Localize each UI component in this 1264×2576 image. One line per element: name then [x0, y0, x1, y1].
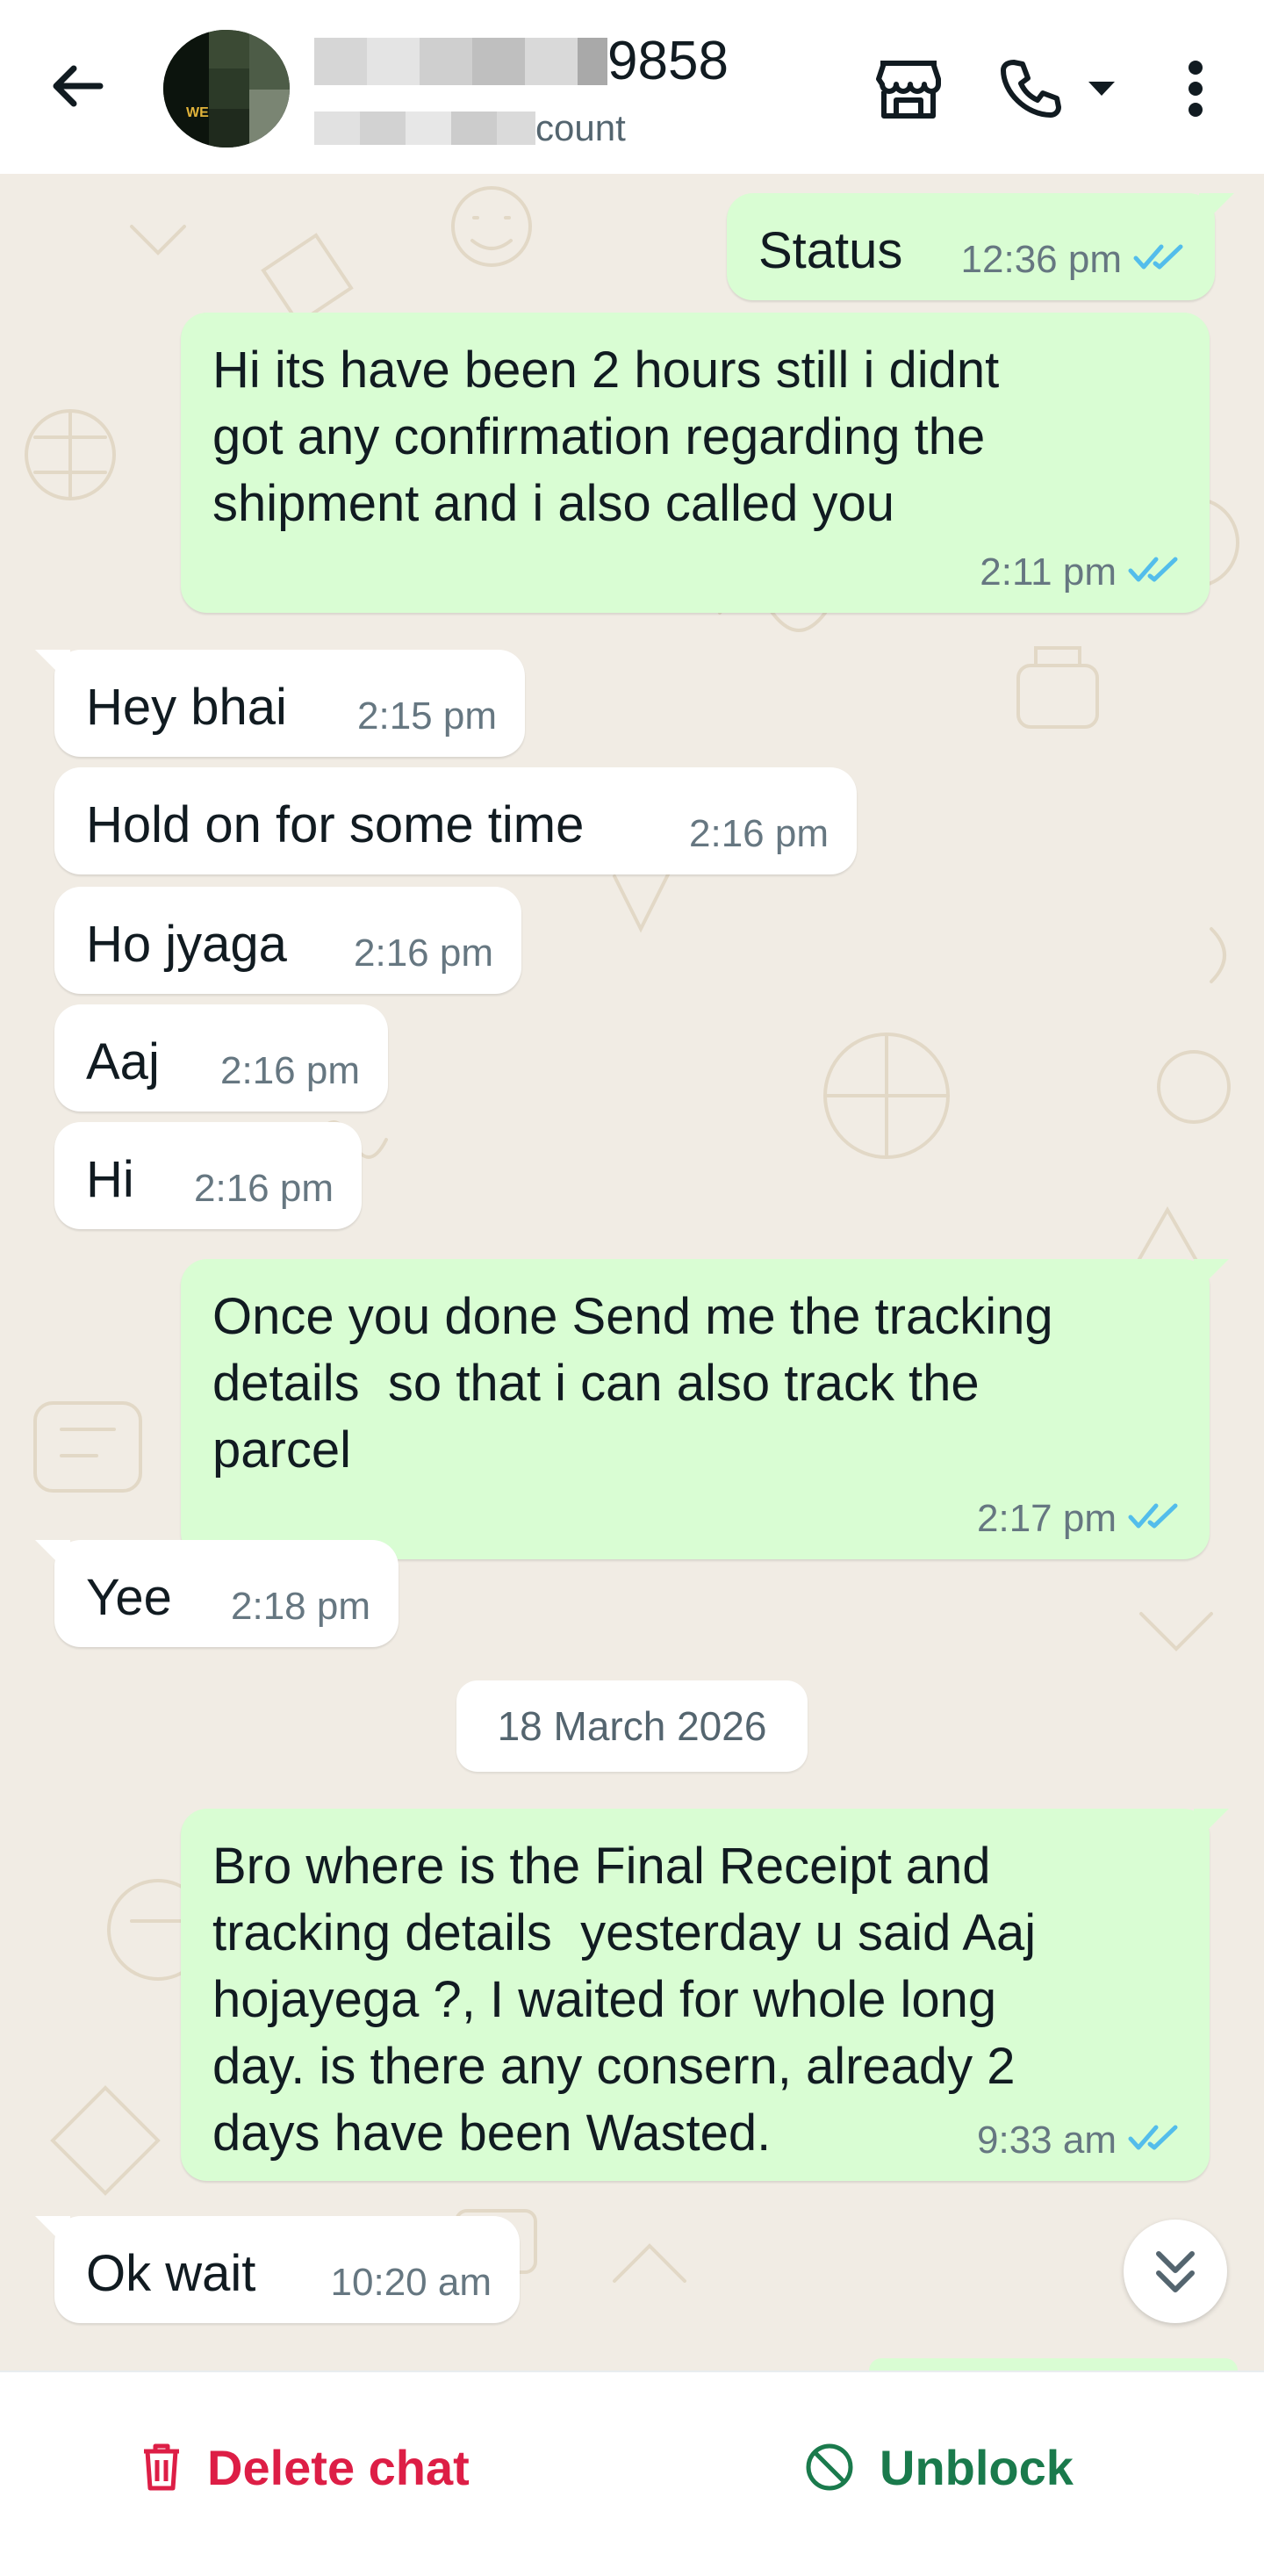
- message-time: 2:15 pm: [357, 694, 497, 738]
- outgoing-message[interactable]: Bro where is the Final Receipt and track…: [181, 1809, 1229, 2181]
- back-arrow-icon[interactable]: [46, 54, 109, 118]
- message-time: 2:16 pm: [689, 812, 829, 855]
- unblock-button[interactable]: Unblock: [804, 2423, 1074, 2511]
- message-meta: 2:16 pm: [194, 1166, 334, 1212]
- double-chevron-down-icon: [1156, 2251, 1195, 2292]
- incoming-message[interactable]: Hold on for some time 2:16 pm: [54, 767, 857, 874]
- message-meta: 10:20 am: [331, 2260, 492, 2306]
- read-receipt-icon: [1127, 1496, 1181, 1542]
- message-meta: 2:17 pm: [977, 1496, 1181, 1542]
- phone-icon[interactable]: [992, 51, 1067, 126]
- next-message-peek: [869, 2358, 1238, 2371]
- message-meta: 2:11 pm: [980, 550, 1181, 595]
- incoming-message[interactable]: Hey bhai 2:15 pm: [35, 650, 525, 757]
- message-time: 2:18 pm: [231, 1585, 370, 1628]
- read-receipt-icon: [1127, 550, 1181, 595]
- delete-chat-label: Delete chat: [207, 2439, 470, 2495]
- blocked-contact-bar: Delete chat Unblock: [0, 2371, 1264, 2576]
- message-time: 12:36 pm: [960, 238, 1122, 281]
- message-meta: 2:15 pm: [357, 694, 497, 739]
- message-time: 10:20 am: [330, 2261, 492, 2304]
- more-vert-icon[interactable]: [1155, 51, 1236, 126]
- incoming-message[interactable]: Yee 2:18 pm: [35, 1540, 399, 1647]
- read-receipt-icon: [1132, 237, 1187, 283]
- store-icon[interactable]: [871, 51, 946, 126]
- dropdown-icon[interactable]: [1073, 51, 1131, 126]
- message-meta: 12:36 pm: [961, 237, 1187, 283]
- message-text: Hi its have been 2 hours still i didnt g…: [212, 342, 1000, 532]
- contact-subtitle-suffix: count: [535, 107, 626, 148]
- trash-icon: [144, 2443, 179, 2491]
- outgoing-message[interactable]: Once you done Send me the tracking detai…: [181, 1259, 1229, 1559]
- incoming-message[interactable]: Aaj 2:16 pm: [54, 1004, 388, 1112]
- message-time: 2:16 pm: [354, 932, 493, 975]
- message-time: 2:16 pm: [194, 1167, 334, 1210]
- message-meta: 9:33 am: [977, 2118, 1181, 2163]
- message-time: 9:33 am: [977, 2119, 1117, 2162]
- chat-messages-area[interactable]: Status 12:36 pm Hi its have been 2 hours s…: [0, 174, 1264, 2371]
- delete-chat-button[interactable]: Delete chat: [140, 2423, 470, 2511]
- read-receipt-icon: [1127, 2118, 1181, 2163]
- date-separator: 18 March 2026: [456, 1680, 808, 1772]
- message-time: 2:17 pm: [977, 1497, 1117, 1540]
- outgoing-message[interactable]: Status 12:36 pm: [727, 193, 1234, 300]
- message-time: 2:11 pm: [980, 550, 1117, 594]
- message-time: 2:16 pm: [220, 1049, 360, 1092]
- scroll-to-bottom-button[interactable]: [1124, 2220, 1227, 2323]
- message-meta: 2:16 pm: [220, 1048, 360, 1094]
- chat-header: WE 9858 count: [0, 0, 1264, 174]
- unblock-label: Unblock: [880, 2439, 1074, 2495]
- message-text: Bro where is the Final Receipt and track…: [212, 1838, 1037, 2162]
- contact-name[interactable]: 9858: [314, 28, 729, 95]
- outgoing-message[interactable]: Hi its have been 2 hours still i didnt g…: [181, 313, 1210, 613]
- incoming-message[interactable]: Hi 2:16 pm: [54, 1122, 362, 1229]
- contact-name-suffix: 9858: [607, 31, 729, 91]
- message-meta: 2:18 pm: [231, 1584, 370, 1630]
- contact-subtitle: count: [314, 104, 626, 153]
- block-icon: [806, 2443, 853, 2491]
- avatar[interactable]: WE: [163, 30, 290, 148]
- message-meta: 2:16 pm: [354, 931, 493, 976]
- incoming-message[interactable]: Ho jyaga 2:16 pm: [54, 887, 521, 994]
- incoming-message[interactable]: Ok wait 10:20 am: [35, 2216, 520, 2323]
- message-text: Once you done Send me the tracking detai…: [212, 1288, 1053, 1479]
- message-meta: 2:16 pm: [689, 811, 829, 857]
